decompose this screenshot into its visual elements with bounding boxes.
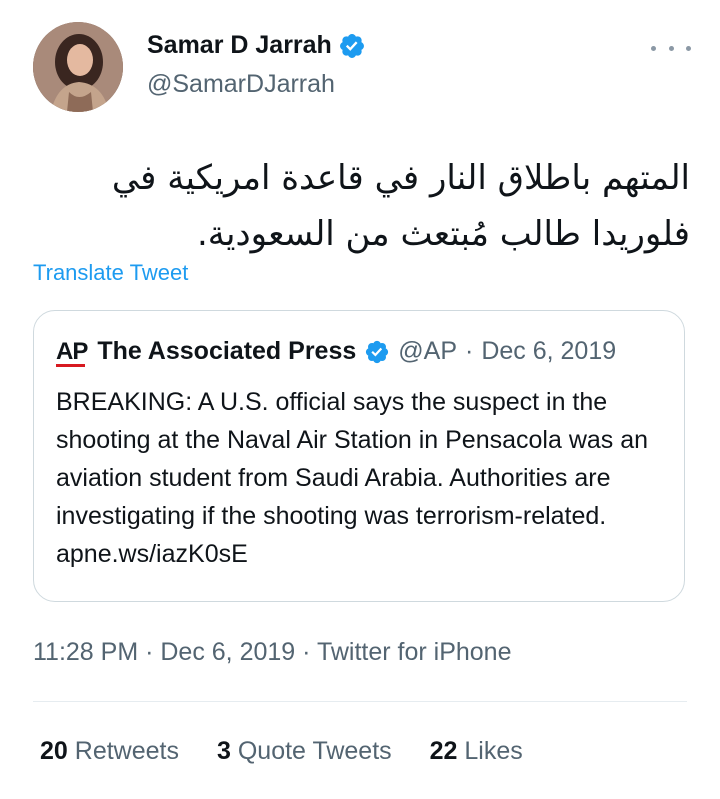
likes-stat[interactable]: 22 Likes xyxy=(430,737,523,766)
more-dot xyxy=(686,45,691,51)
quoted-tweet-header: AP The Associated Press @AP · Dec 6, 201… xyxy=(56,337,617,367)
likes-label: Likes xyxy=(464,737,523,765)
author-handle[interactable]: @SamarDJarrah xyxy=(147,70,335,99)
quote-tweets-label: Quote Tweets xyxy=(237,737,392,765)
author-display-name-row[interactable]: Samar D Jarrah xyxy=(147,31,366,60)
quoted-author-handle: @AP xyxy=(398,337,457,365)
quoted-tweet-date: Dec 6, 2019 xyxy=(481,337,617,365)
verified-badge-icon xyxy=(366,340,389,363)
more-dot xyxy=(668,45,674,51)
avatar-photo xyxy=(33,22,123,112)
meta-separator: · xyxy=(465,337,474,365)
quote-tweets-stat[interactable]: 3 Quote Tweets xyxy=(217,737,392,766)
translate-tweet-link[interactable]: Translate Tweet xyxy=(33,260,188,286)
likes-count: 22 xyxy=(429,737,458,765)
tweet-text: المتهم باطلاق النار في قاعدة امريكية في … xyxy=(111,158,690,254)
tweet-timestamp[interactable]: 11:28 PM · Dec 6, 2019 · Twitter for iPh… xyxy=(33,638,511,667)
divider xyxy=(33,701,687,702)
verified-badge-icon xyxy=(339,33,364,58)
quote-tweets-count: 3 xyxy=(216,737,231,765)
retweets-stat[interactable]: 20 Retweets xyxy=(40,737,179,766)
author-display-name[interactable]: Samar D Jarrah xyxy=(147,31,332,60)
quoted-tweet-card[interactable]: AP The Associated Press @AP · Dec 6, 201… xyxy=(33,310,685,602)
more-dot xyxy=(651,45,656,51)
more-options-icon[interactable] xyxy=(651,36,691,60)
avatar[interactable] xyxy=(33,22,123,112)
retweets-count: 20 xyxy=(40,737,68,765)
quoted-tweet-text: BREAKING: A U.S. official says the suspe… xyxy=(56,388,649,568)
ap-logo: AP xyxy=(56,337,88,367)
quoted-author-name: The Associated Press xyxy=(97,337,357,365)
retweets-label: Retweets xyxy=(74,737,179,765)
tweet-stats: 20 Retweets 3 Quote Tweets 22 Likes xyxy=(40,737,523,766)
